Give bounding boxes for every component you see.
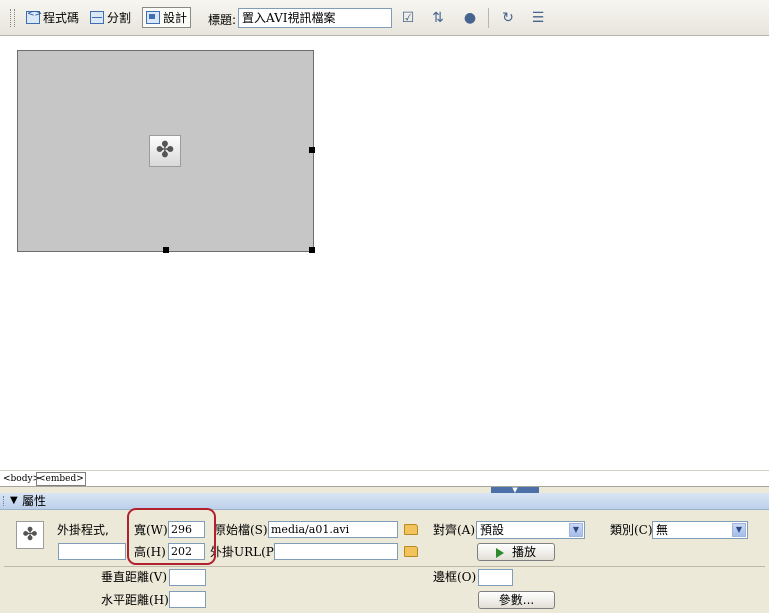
tag-embed[interactable]: <embed> xyxy=(36,472,86,486)
align-label: 對齊(A) xyxy=(433,523,476,537)
title-label: 標題: xyxy=(208,13,237,27)
tag-selector: <body> <embed> xyxy=(0,470,769,487)
border-field[interactable] xyxy=(478,569,513,586)
border-label: 邊框(O) xyxy=(433,570,477,584)
properties-panel: ▼ ▼ 屬性 ✤ 外掛程式, 寬(W) 296 高(H) 202 原始檔(S) … xyxy=(0,487,769,613)
document-toolbar: 程式碼 分割 設計 標題: 置入AVI視訊檔案 ☑ ⇅ ● ↻ ☰ xyxy=(0,0,769,36)
embed-placeholder[interactable]: ✤ xyxy=(17,50,315,253)
validate-markup-icon[interactable]: ☑ xyxy=(398,10,418,26)
chevron-down-icon[interactable]: ▼ xyxy=(732,523,746,537)
toolbar-grip[interactable] xyxy=(10,9,15,27)
height-field[interactable]: 202 xyxy=(168,543,205,560)
resize-handle-right[interactable] xyxy=(309,147,315,153)
plugin-label: 外掛程式, xyxy=(57,523,109,537)
hspace-field[interactable] xyxy=(169,591,206,608)
design-canvas[interactable]: ✤ xyxy=(0,37,769,470)
preview-browser-icon[interactable]: ● xyxy=(460,10,480,26)
play-button[interactable]: 播放 xyxy=(477,543,555,561)
folder-icon[interactable] xyxy=(404,524,418,535)
resize-handle-bottom[interactable] xyxy=(163,247,169,253)
play-icon xyxy=(495,547,504,558)
vspace-label: 垂直距離(V) xyxy=(101,570,168,584)
title-input[interactable]: 置入AVI視訊檔案 xyxy=(238,8,392,28)
plugin-name-field[interactable] xyxy=(58,543,126,560)
align-value: 預設 xyxy=(480,523,505,537)
width-label: 寬(W) xyxy=(134,523,168,537)
src-field[interactable]: media/a01.avi xyxy=(268,521,398,538)
panel-divider xyxy=(4,566,765,567)
properties-panel-title: 屬性 xyxy=(22,494,47,508)
folder-icon[interactable] xyxy=(404,546,418,557)
src-label: 原始檔(S) xyxy=(214,523,268,537)
plugin-url-label: 外掛URL(P) xyxy=(210,545,279,559)
refresh-icon[interactable]: ↻ xyxy=(498,10,518,26)
file-management-icon[interactable]: ⇅ xyxy=(428,10,448,26)
class-select[interactable]: 無 ▼ xyxy=(652,521,748,539)
view-options-icon[interactable]: ☰ xyxy=(528,10,548,26)
class-label: 類別(C) xyxy=(610,523,653,537)
plugin-icon: ✤ xyxy=(149,135,181,167)
hspace-label: 水平距離(H) xyxy=(101,593,169,607)
design-view-icon xyxy=(146,11,160,24)
code-view-button[interactable]: 程式碼 xyxy=(22,7,83,28)
split-view-button[interactable]: 分割 xyxy=(86,7,135,28)
plugin-icon: ✤ xyxy=(16,521,44,549)
chevron-down-icon[interactable]: ▼ xyxy=(569,523,583,537)
collapse-arrow-icon[interactable]: ▼ xyxy=(10,494,18,508)
play-button-label: 播放 xyxy=(511,545,536,559)
width-field[interactable]: 296 xyxy=(168,521,205,538)
properties-panel-header[interactable]: ▼ 屬性 xyxy=(0,493,769,510)
params-button[interactable]: 參數... xyxy=(478,591,555,609)
resize-handle-corner[interactable] xyxy=(309,247,315,253)
split-view-icon xyxy=(90,11,104,24)
align-select[interactable]: 預設 ▼ xyxy=(476,521,585,539)
plugin-url-field[interactable] xyxy=(274,543,398,560)
split-view-label: 分割 xyxy=(107,11,132,25)
toolbar-separator xyxy=(488,8,489,28)
tag-body[interactable]: <body> xyxy=(3,473,40,485)
code-view-label: 程式碼 xyxy=(43,11,80,25)
design-view-label: 設計 xyxy=(163,11,188,25)
code-view-icon xyxy=(26,9,42,24)
height-label: 高(H) xyxy=(134,545,166,559)
panel-grip[interactable] xyxy=(3,496,6,506)
design-view-button[interactable]: 設計 xyxy=(142,7,192,28)
vspace-field[interactable] xyxy=(169,569,206,586)
class-value: 無 xyxy=(656,523,669,537)
